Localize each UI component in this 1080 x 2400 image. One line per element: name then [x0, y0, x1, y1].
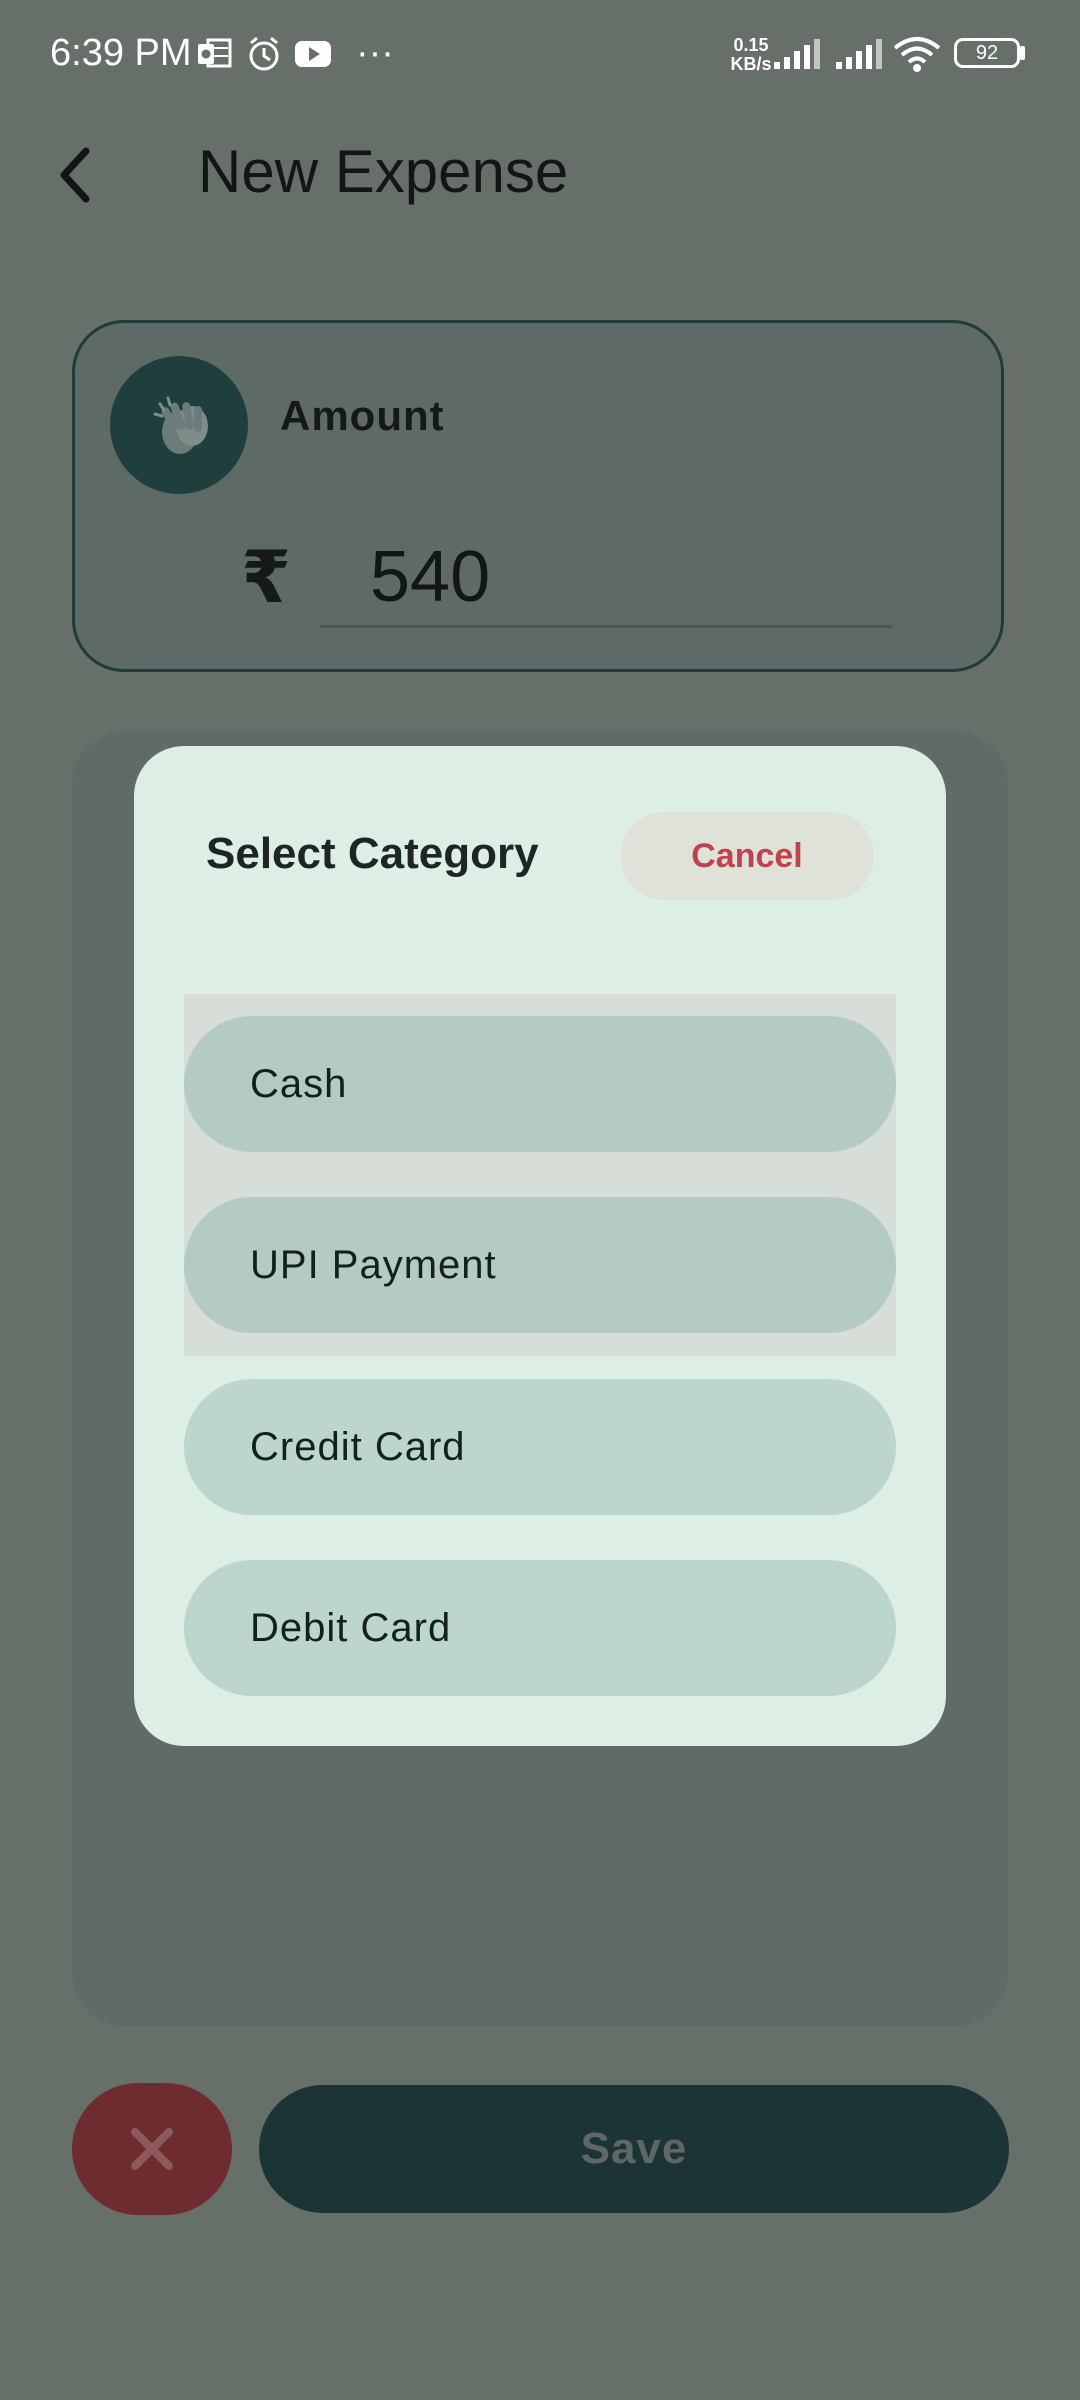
status-bar: 6:39 PM ··· 0.15 KB/s 92 [0, 0, 1080, 110]
discard-button[interactable] [72, 2083, 232, 2215]
category-option-cash[interactable]: Cash [184, 1016, 896, 1152]
signal-icon [836, 39, 882, 69]
category-option-upi-payment[interactable]: UPI Payment [184, 1197, 896, 1333]
wifi-icon [893, 37, 941, 72]
battery-tip [1020, 46, 1025, 60]
category-dialog: Select Category Cancel Cash UPI Payment … [134, 746, 946, 1746]
amount-input[interactable] [320, 528, 892, 628]
outlook-icon [198, 38, 232, 68]
battery-level: 92 [975, 42, 999, 64]
amount-card: Amount ₹ [72, 320, 1004, 672]
close-icon [131, 2128, 173, 2170]
amount-avatar [110, 356, 248, 494]
cancel-button[interactable]: Cancel [620, 812, 874, 900]
dialog-title: Select Category [206, 829, 539, 878]
amount-label: Amount [280, 392, 445, 439]
currency-symbol: ₹ [241, 538, 292, 618]
back-button[interactable] [50, 135, 130, 215]
status-time: 6:39 PM [50, 32, 192, 74]
youtube-icon [295, 41, 331, 67]
chevron-left-icon [60, 147, 90, 203]
battery-icon: 92 [954, 38, 1020, 68]
page-title: New Expense [198, 138, 569, 205]
save-button[interactable]: Save [259, 2085, 1009, 2213]
signal-icon [774, 39, 820, 69]
category-option-credit-card[interactable]: Credit Card [184, 1379, 896, 1515]
clapping-hands-icon [153, 396, 208, 454]
alarm-icon [249, 36, 279, 71]
more-notifications-icon: ··· [356, 32, 394, 74]
category-option-debit-card[interactable]: Debit Card [184, 1560, 896, 1696]
